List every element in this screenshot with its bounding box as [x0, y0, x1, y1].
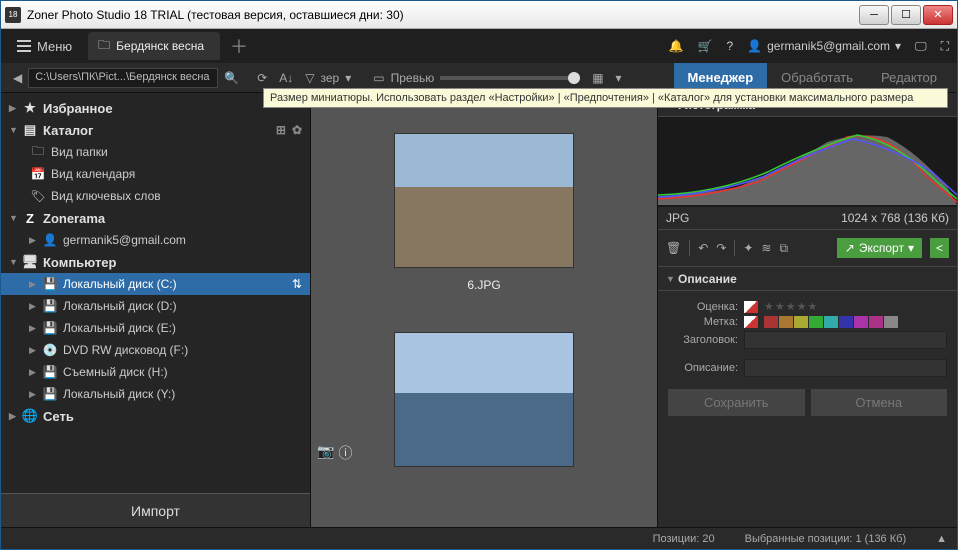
chevron-down-icon[interactable]: ▾	[610, 69, 628, 87]
fullscreen-icon[interactable]: ⛶	[941, 39, 949, 54]
right-panel: ▼Гистограмма JPG 1024 x 768 (136 Кб) 🗑 ↶…	[657, 93, 957, 527]
thumbnail-size-slider[interactable]	[440, 76, 580, 80]
chevron-down-icon: ▾	[895, 39, 901, 53]
user-icon: 👤	[747, 39, 762, 53]
tooltip: Размер миниатюры. Использовать раздел «Н…	[263, 88, 948, 108]
window-title: Zoner Photo Studio 18 TRIAL (тестовая ве…	[27, 8, 859, 22]
filter-button[interactable]: ▽	[299, 69, 320, 87]
camera-icon[interactable]: 📷	[317, 443, 334, 463]
thumbnail[interactable]	[394, 133, 574, 268]
thumbnail[interactable]	[394, 332, 574, 467]
sidebar-item-folder-view[interactable]: 🗀Вид папки	[1, 141, 310, 163]
sidebar-item-calendar-view[interactable]: 📅Вид календаря	[1, 163, 310, 185]
rating-stars[interactable]: ★★★★★	[764, 300, 818, 313]
sidebar-item-keyword-view[interactable]: 🏷Вид ключевых слов	[1, 185, 310, 207]
gallery[interactable]: 6.JPG 📷ⓘ	[311, 93, 657, 527]
rotate-left-icon[interactable]: ↶	[698, 241, 708, 255]
color-labels[interactable]	[764, 316, 898, 328]
maximize-button[interactable]: ☐	[891, 5, 921, 25]
chevron-up-icon[interactable]: ▲	[936, 533, 947, 545]
menubar: Меню 🗀 Бердянск весна ＋ 🔔 🛒 ? 👤 germanik…	[1, 29, 957, 63]
grid-icon[interactable]: ▦	[586, 69, 609, 87]
import-button[interactable]: Импорт	[1, 493, 310, 527]
sidebar-drive-d[interactable]: ▶💾Локальный диск (D:)	[1, 295, 310, 317]
menu-button[interactable]: Меню	[9, 35, 80, 58]
description-input[interactable]	[744, 359, 947, 377]
delete-icon[interactable]: 🗑	[666, 241, 681, 255]
description-header[interactable]: ▼Описание	[658, 267, 957, 291]
gear-icon[interactable]: ✿	[292, 123, 302, 137]
sidebar: ▶★Избранное ▼▤Каталог⊞✿ 🗀Вид папки 📅Вид …	[1, 93, 311, 527]
bell-icon[interactable]: 🔔	[669, 39, 684, 53]
rotate-right-icon[interactable]: ↷	[716, 241, 726, 255]
statusbar: Позиции: 20 Выбранные позиции: 1 (136 Кб…	[1, 527, 957, 549]
add-tab-button[interactable]: ＋	[230, 33, 248, 59]
sidebar-zonerama-user[interactable]: ▶👤germanik5@gmail.com	[1, 229, 310, 251]
tools-row: 🗑 ↶ ↷ ✦ ≋ ⧉ ↗Экспорт▾ <	[658, 230, 957, 267]
file-info: JPG 1024 x 768 (136 Кб)	[658, 207, 957, 230]
sidebar-zonerama[interactable]: ▼ZZonerama	[1, 207, 310, 229]
share-button[interactable]: <	[930, 238, 949, 258]
folder-tab[interactable]: 🗀 Бердянск весна	[88, 32, 220, 60]
layers-icon[interactable]: ≋	[761, 241, 771, 255]
title-label: Заголовок:	[668, 334, 738, 346]
label-label: Метка:	[668, 316, 738, 328]
file-dimensions: 1024 x 768 (136 Кб)	[841, 211, 949, 225]
desc-label: Описание:	[668, 362, 738, 374]
save-button[interactable]: Сохранить	[668, 389, 805, 416]
file-format: JPG	[666, 211, 689, 225]
tab-label: Бердянск весна	[116, 39, 204, 53]
help-icon[interactable]: ?	[726, 39, 733, 53]
thumbnail-label: 6.JPG	[311, 278, 657, 292]
sort-button[interactable]: A↓	[273, 69, 299, 87]
cancel-button[interactable]: Отмена	[811, 389, 948, 416]
clear-label[interactable]	[744, 316, 758, 328]
sidebar-drive-e[interactable]: ▶💾Локальный диск (E:)	[1, 317, 310, 339]
sidebar-drive-h[interactable]: ▶💾Съемный диск (H:)	[1, 361, 310, 383]
sidebar-catalog[interactable]: ▼▤Каталог⊞✿	[1, 119, 310, 141]
info-icon[interactable]: ⓘ	[338, 443, 352, 463]
status-selected: Выбранные позиции: 1 (136 Кб)	[745, 533, 906, 545]
sort-label: зер	[321, 71, 340, 85]
path-input[interactable]: C:\Users\ПК\Pict...\Бердянск весна	[28, 68, 218, 88]
export-button[interactable]: ↗Экспорт▾	[837, 238, 922, 258]
sidebar-drive-f[interactable]: ▶💿DVD RW дисковод (F:)	[1, 339, 310, 361]
menu-label: Меню	[37, 39, 72, 54]
user-menu[interactable]: 👤 germanik5@gmail.com ▾	[747, 39, 901, 53]
back-button[interactable]: ◀	[7, 69, 28, 87]
compare-icon[interactable]: ⧉	[779, 241, 788, 256]
chevron-down-icon[interactable]: ▾	[339, 69, 357, 87]
close-button[interactable]: ✕	[923, 5, 953, 25]
rating-label: Оценка:	[668, 301, 738, 313]
title-input[interactable]	[744, 331, 947, 349]
search-icon[interactable]: 🔍	[218, 69, 245, 87]
user-email: germanik5@gmail.com	[767, 39, 890, 53]
sidebar-computer[interactable]: ▼🖥Компьютер	[1, 251, 310, 273]
preview-icon[interactable]: ▭	[367, 69, 390, 87]
clear-rating[interactable]	[744, 301, 758, 313]
folder-icon: 🗀	[98, 36, 110, 57]
sidebar-network[interactable]: ▶🌐Сеть	[1, 405, 310, 427]
status-positions: Позиции: 20	[653, 533, 715, 545]
refresh-button[interactable]: ⟳	[251, 69, 273, 87]
sidebar-drive-y[interactable]: ▶💾Локальный диск (Y:)	[1, 383, 310, 405]
cart-icon[interactable]: 🛒	[698, 39, 713, 53]
app-icon: 18	[5, 7, 21, 23]
hamburger-icon	[17, 40, 31, 52]
monitor-icon[interactable]: 🖵	[915, 39, 927, 54]
minimize-button[interactable]: ─	[859, 5, 889, 25]
preview-label: Превью	[391, 71, 435, 85]
sidebar-drive-c[interactable]: ▶💾Локальный диск (C:)⇅	[1, 273, 310, 295]
wand-icon[interactable]: ✦	[743, 241, 753, 255]
histogram	[658, 117, 957, 207]
add-icon[interactable]: ⊞	[276, 123, 286, 137]
titlebar: 18 Zoner Photo Studio 18 TRIAL (тестовая…	[1, 1, 957, 29]
